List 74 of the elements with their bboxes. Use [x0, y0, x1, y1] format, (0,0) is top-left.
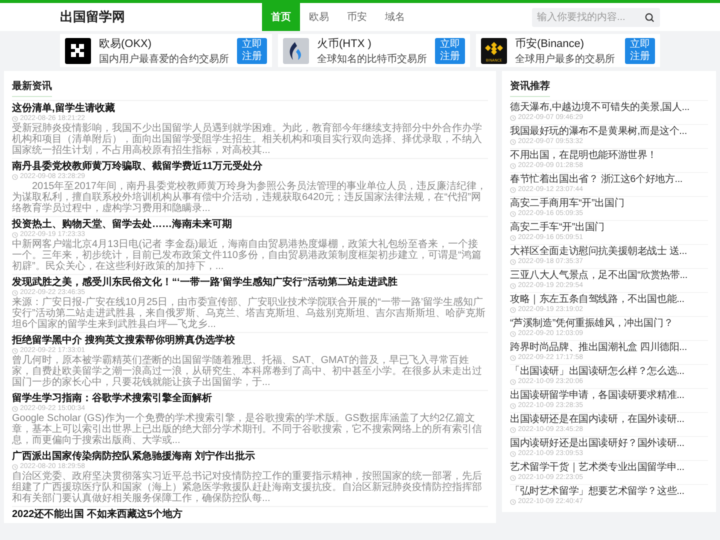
clock-icon	[12, 290, 18, 296]
clock-icon	[12, 116, 18, 122]
site-logo[interactable]: 出国留学网	[60, 3, 262, 31]
recommend-title[interactable]: “芦溪制造”凭何重振雄风，冲出国门？	[510, 318, 708, 330]
flame-logo-icon	[283, 38, 309, 64]
clock-icon	[510, 115, 516, 121]
exchange-description: 全球知名的比特币交易所	[317, 52, 427, 66]
exchange-name: 币安(Binance)	[515, 36, 586, 50]
clock-icon	[12, 232, 18, 238]
article-title[interactable]: 广西派出国家传染病防控队紧急驰援海南 刘宁作出批示	[12, 451, 488, 463]
recommend-title[interactable]: 出国读研还是在国内读研，在国外读研...	[510, 414, 708, 426]
checker-logo-icon	[65, 38, 91, 64]
recommend-title[interactable]: 跨界时尚品牌、推出国潮礼盒 四川德阳...	[510, 342, 708, 354]
clock-icon	[510, 283, 516, 289]
recommend-title[interactable]: 「出国读研」出国读研怎么样？怎么选...	[510, 366, 708, 378]
recommend-title[interactable]: 出国读研留学申请，各国读研要求精准...	[510, 390, 708, 402]
recommend-title[interactable]: 攻略｜东左五条自驾线路，不出国也能...	[510, 294, 708, 306]
exchange-description: 全球用户最多的交易所	[515, 52, 616, 66]
article-excerpt: 自治区党委、政府坚决贯彻落实习近平总书记对疫情防控工作的重要指示精神，按照国家的统一部署，先后组建了广西援琼医疗队和国家（海上）紧急医学救援队赶赴海南支援抗疫。自治区新冠肺炎疫情防控指挥部和有关部门要认真做好相关服务保障工作，确保防控队每...	[12, 471, 483, 504]
article-excerpt: 2015年至2017年间，南丹县委党校教师黄万玲身为参照公务员法管理的事业单位人员，违反廉洁纪律，为谋取私利，擅自联系校外培训机构从事有偿中介活动，违规获取6420元；违反国家法律法规，在“代招”网络教育学员过程中，虚构学习费用和隐瞒录...	[12, 181, 488, 214]
clock-icon	[12, 174, 18, 180]
recommend-title[interactable]: 我国最好玩的瀑布不是黄果树,而是这个...	[510, 126, 708, 138]
article-excerpt: 来源：广安日报-广安在线10月25日，由市委宣传部、广安职业技术学院联合开展的“一带一路’留学生感知广安行”活动第二站走进武胜县，来自俄罗斯、乌克兰、塔吉克斯坦、乌兹别克斯坦、吉尔吉斯斯坦、哈萨克斯坦6个国家的留学生来到武胜县白坪—飞龙乡...	[12, 297, 486, 330]
register-button[interactable]: 立即注册	[237, 38, 267, 64]
clock-icon	[510, 187, 516, 193]
recommend-title[interactable]: 德天瀑布,中越边境不可错失的美景,国人...	[510, 102, 708, 114]
clock-icon	[510, 235, 516, 241]
article-title[interactable]: 2022还不能出国 不如来西藏这5个地方	[12, 509, 488, 521]
nav-tab[interactable]: 币安	[338, 3, 376, 31]
clock-icon	[510, 259, 516, 265]
clock-icon	[510, 499, 516, 505]
clock-icon	[510, 163, 516, 169]
recommend-title[interactable]: 春节忙着出国出省？ 浙江这6个好地方...	[510, 174, 708, 186]
clock-icon	[510, 475, 516, 481]
clock-icon	[12, 464, 18, 470]
article-excerpt: Google Scholar (GS)作为一个免费的学术搜索引擎，是谷歌搜索的学术版。GS数据库涵盖了大约2亿篇文章，基本上可以索引出世界上已出版的绝大部分学术期刊。不同于谷歌搜索，它不搜索网络上的所有索引信息，而更偏向于搜索出版商、大学或...	[12, 413, 483, 446]
article-title[interactable]: 投资热土、购物天堂、留学去处……海南未来可期	[12, 219, 488, 231]
clock-icon	[510, 139, 516, 145]
recommend-title[interactable]: 国内读研好还是出国读研好？国外读研...	[510, 438, 708, 450]
clock-icon	[510, 307, 516, 313]
clock-icon	[510, 379, 516, 385]
panel-title: 资讯推荐	[510, 79, 550, 97]
clock-icon	[510, 211, 516, 217]
article-excerpt: 中新网客户端北京4月13日电(记者 李金磊)最近，海南自由贸易港热度爆棚，政策大礼包纷至沓来，一个接一个。三年来，初步统计，目前已发布政策文件110多份，自由贸易港政策制度框架初步建立，可谓是“鸿篇初辟”。民众关心，在这些利好政策的加持下，...	[12, 239, 482, 272]
clock-icon	[510, 331, 516, 337]
article-title[interactable]: 留学生学习指南：谷歌学术搜索引擎全面解析	[12, 393, 488, 405]
exchange-name: 火币(HTX )	[317, 36, 372, 50]
recommend-title[interactable]: 高安二手车“开”出国门	[510, 222, 708, 234]
recommend-title[interactable]: 大祥区全面走访慰问抗美援朝老战士 送...	[510, 246, 708, 258]
nav-tab[interactable]: 欧易	[300, 3, 338, 31]
recommend-title[interactable]: 「弘时艺术留学」想要艺术留学？这些...	[510, 486, 708, 498]
article-title[interactable]: 这份清单,留学生请收藏	[12, 103, 488, 115]
nav-tab[interactable]: 域名	[376, 3, 414, 31]
panel-title: 最新资讯	[12, 79, 52, 97]
article-title[interactable]: 南丹县委党校教师黄万玲骗取、截留学费近11万元受处分	[12, 161, 488, 173]
article-excerpt: 受新冠肺炎疫情影响，我国不少出国留学人员遇到就学困难。为此，教育部今年继续支持部分中外合作办学机构和项目（清单附后），面向出国留学受阻学生招生。相关机构和项目实行双向选择、择优录取，不纳入国家统一招生计划，不占用高校原有招生指标，对高校其...	[12, 123, 483, 156]
exchange-name: 欧易(OKX)	[99, 36, 153, 50]
exchange-description: 国内用户最喜爱的合约交易所	[99, 52, 229, 66]
search-icon[interactable]	[644, 12, 655, 22]
register-button[interactable]: 立即注册	[625, 38, 655, 64]
clock-icon	[12, 348, 18, 354]
recommend-title[interactable]: 高安二手商用车“开”出国门	[510, 198, 708, 210]
article-title[interactable]: 发现武胜之美，感受川东民俗文化！“‘一带一路’留学生感知广安行”活动第二站走进武胜	[12, 277, 488, 289]
register-button[interactable]: 立即注册	[435, 38, 465, 64]
clock-icon	[12, 406, 18, 412]
recommend-title[interactable]: 艺术留学干货｜艺术类专业出国留学申...	[510, 462, 708, 474]
article-title[interactable]: 拒绝留学黑中介 搜狗英文搜索帮你明辨真伪选学校	[12, 335, 488, 347]
clock-icon	[510, 427, 516, 433]
recommend-title[interactable]: 不用出国，在昆明也能环游世界！	[510, 150, 708, 162]
clock-icon	[510, 451, 516, 457]
clock-icon	[510, 355, 516, 361]
article-excerpt: 曾几何时，原本被学霸精英们垄断的出国留学随着雅思、托福、SAT、GMAT的普及，早已飞入寻常百姓家，自费赴欧美留学之潮一浪高过一浪，从研究生、本科席卷到了高中、初中甚至小学。在很多从未走出过国门一步的家长心中，只要花钱就能让孩子出国留学，于...	[12, 355, 483, 388]
recommend-title[interactable]: 三亚八大人气景点，足不出国“欣赏热带...	[510, 270, 708, 282]
clock-icon	[510, 403, 516, 409]
